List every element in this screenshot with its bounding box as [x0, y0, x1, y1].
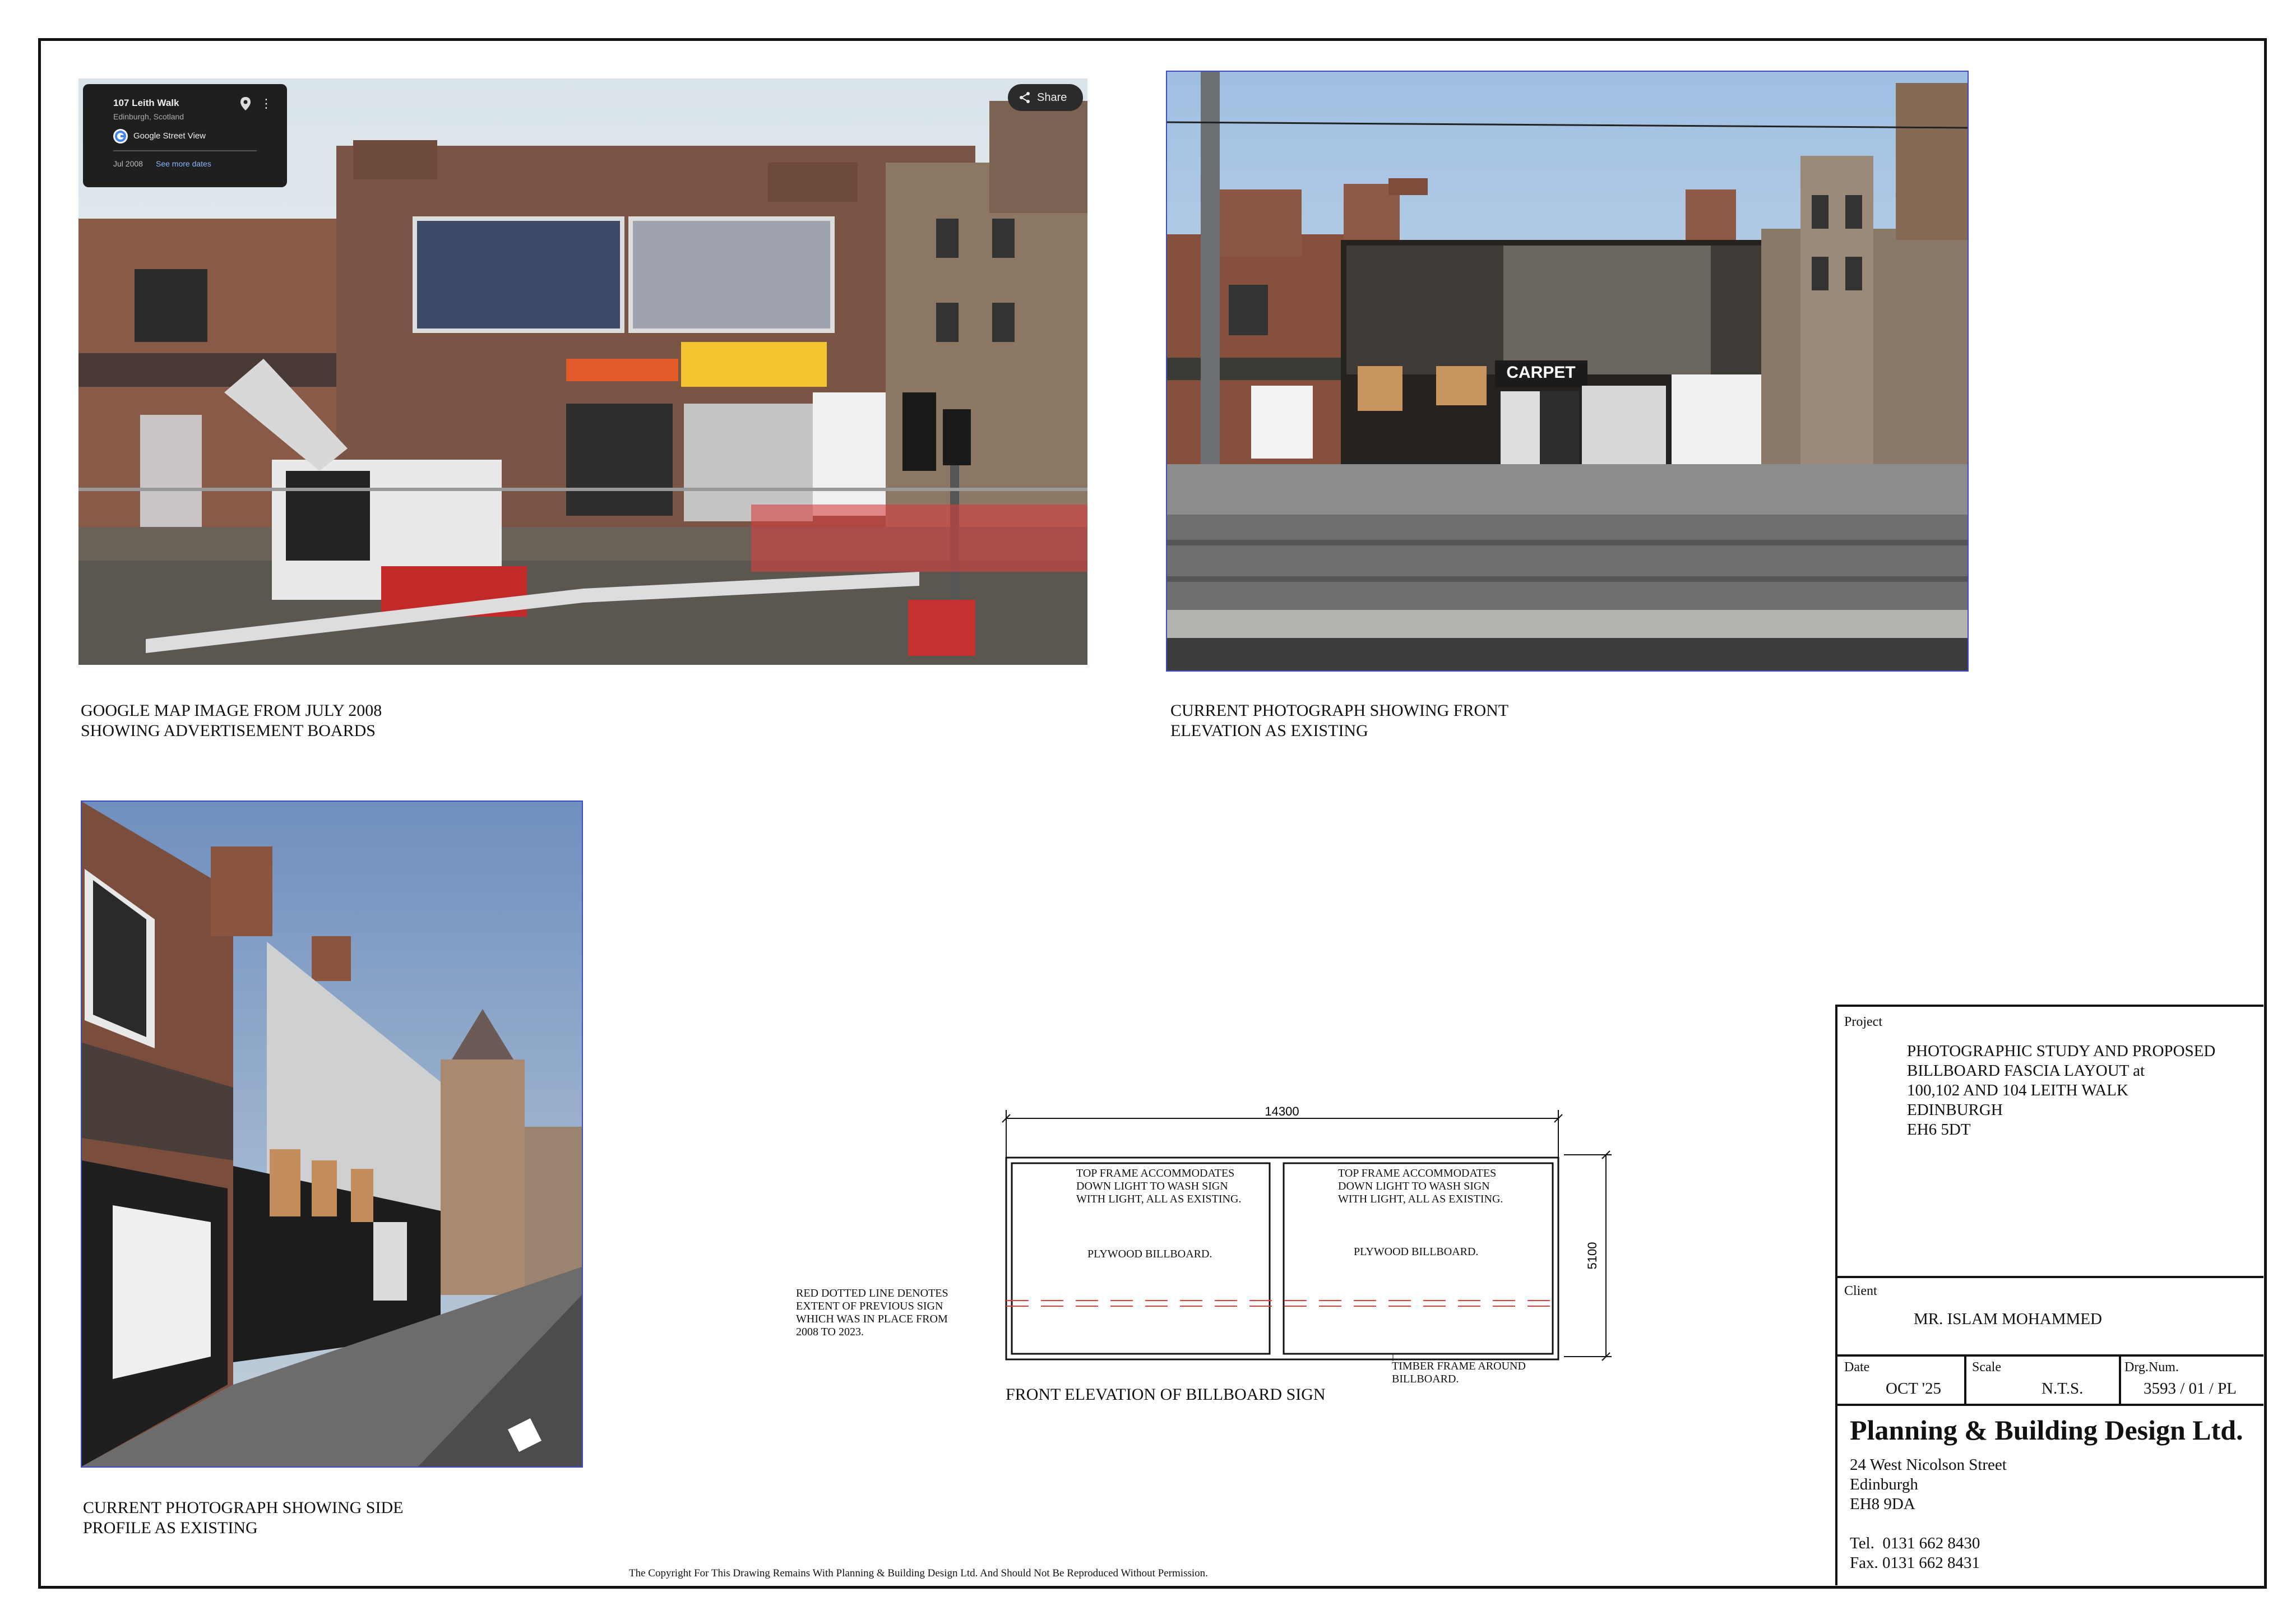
project-label: Project	[1844, 1015, 1882, 1029]
card-divider	[113, 150, 257, 151]
front-photo-caption: CURRENT PHOTOGRAPH SHOWING FRONT ELEVATI…	[1170, 701, 1509, 740]
front-elevation-photo: CARPET	[1166, 71, 1969, 672]
client-label: Client	[1844, 1284, 1877, 1298]
streetview-date: Jul 2008	[113, 159, 143, 168]
carpet-shop-sign: CARPET	[1506, 363, 1575, 382]
client-section	[1837, 1276, 2263, 1278]
right-panel-label: PLYWOOD BILLBOARD.	[1354, 1246, 1479, 1258]
red-line-note: RED DOTTED LINE DENOTES EXTENT OF PREVIO…	[796, 1287, 948, 1338]
side-photo-caption: CURRENT PHOTOGRAPH SHOWING SIDE PROFILE …	[83, 1498, 404, 1537]
side-profile-photo	[81, 801, 583, 1468]
height-dimension-label: 5100	[1585, 1242, 1599, 1270]
scale-value: N.T.S.	[2042, 1380, 2084, 1398]
company-address: 24 West Nicolson Street Edinburgh EH8 9D…	[1850, 1456, 2007, 1513]
date-value: OCT '25	[1886, 1380, 1941, 1398]
company-section-border	[1837, 1404, 2263, 1406]
location-pin-icon[interactable]	[240, 96, 251, 111]
google-logo-icon	[113, 129, 128, 144]
right-panel-frame-note: TOP FRAME ACCOMMODATES DOWN LIGHT TO WAS…	[1338, 1167, 1503, 1205]
info-row-divider-2	[2119, 1354, 2121, 1404]
copyright-notice: The Copyright For This Drawing Remains W…	[629, 1567, 1208, 1579]
info-row-top-border	[1837, 1354, 2263, 1357]
left-panel-frame-note: TOP FRAME ACCOMMODATES DOWN LIGHT TO WAS…	[1076, 1167, 1242, 1205]
company-telephone: Tel. 0131 662 8430	[1850, 1534, 1980, 1552]
streetview-place-subtitle: Edinburgh, Scotland	[113, 112, 184, 121]
more-options-icon[interactable]: ⋮	[260, 95, 272, 112]
project-description: PHOTOGRAPHIC STUDY AND PROPOSED BILLBOAR…	[1907, 1042, 2216, 1139]
drawing-number-label: Drg.Num.	[2124, 1360, 2179, 1375]
scale-label: Scale	[1972, 1360, 2001, 1375]
share-label: Share	[1037, 91, 1067, 104]
streetview-place-title: 107 Leith Walk	[113, 98, 179, 108]
drawing-number-value: 3593 / 01 / PL	[2144, 1380, 2237, 1398]
company-name: Planning & Building Design Ltd.	[1850, 1414, 2243, 1446]
date-label: Date	[1844, 1360, 1870, 1375]
company-fax: Fax. 0131 662 8431	[1850, 1554, 1980, 1572]
elevation-caption: FRONT ELEVATION OF BILLBOARD SIGN	[1006, 1385, 1326, 1404]
info-row-divider-1	[1964, 1354, 1966, 1404]
timber-frame-note: TIMBER FRAME AROUND BILLBOARD.	[1392, 1360, 1526, 1385]
width-dimension-label: 14300	[1265, 1104, 1299, 1118]
share-button[interactable]: Share	[1008, 84, 1083, 111]
streetview-info-card[interactable]: 107 Leith Walk Edinburgh, Scotland ⋮ Goo…	[83, 84, 287, 187]
share-icon	[1018, 91, 1031, 104]
google-map-caption: GOOGLE MAP IMAGE FROM JULY 2008 SHOWING …	[81, 701, 382, 740]
see-more-dates-link[interactable]: See more dates	[156, 159, 211, 168]
left-panel-label: PLYWOOD BILLBOARD.	[1087, 1248, 1212, 1260]
client-name: MR. ISLAM MOHAMMED	[1914, 1310, 2102, 1328]
title-block: Project PHOTOGRAPHIC STUDY AND PROPOSED …	[1835, 1005, 2263, 1585]
billboard-elevation-drawing: 14300 5100 TOP FRAME ACCOMMODATES DOWN L…	[998, 1093, 1626, 1407]
streetview-source: Google Street View	[133, 131, 206, 141]
